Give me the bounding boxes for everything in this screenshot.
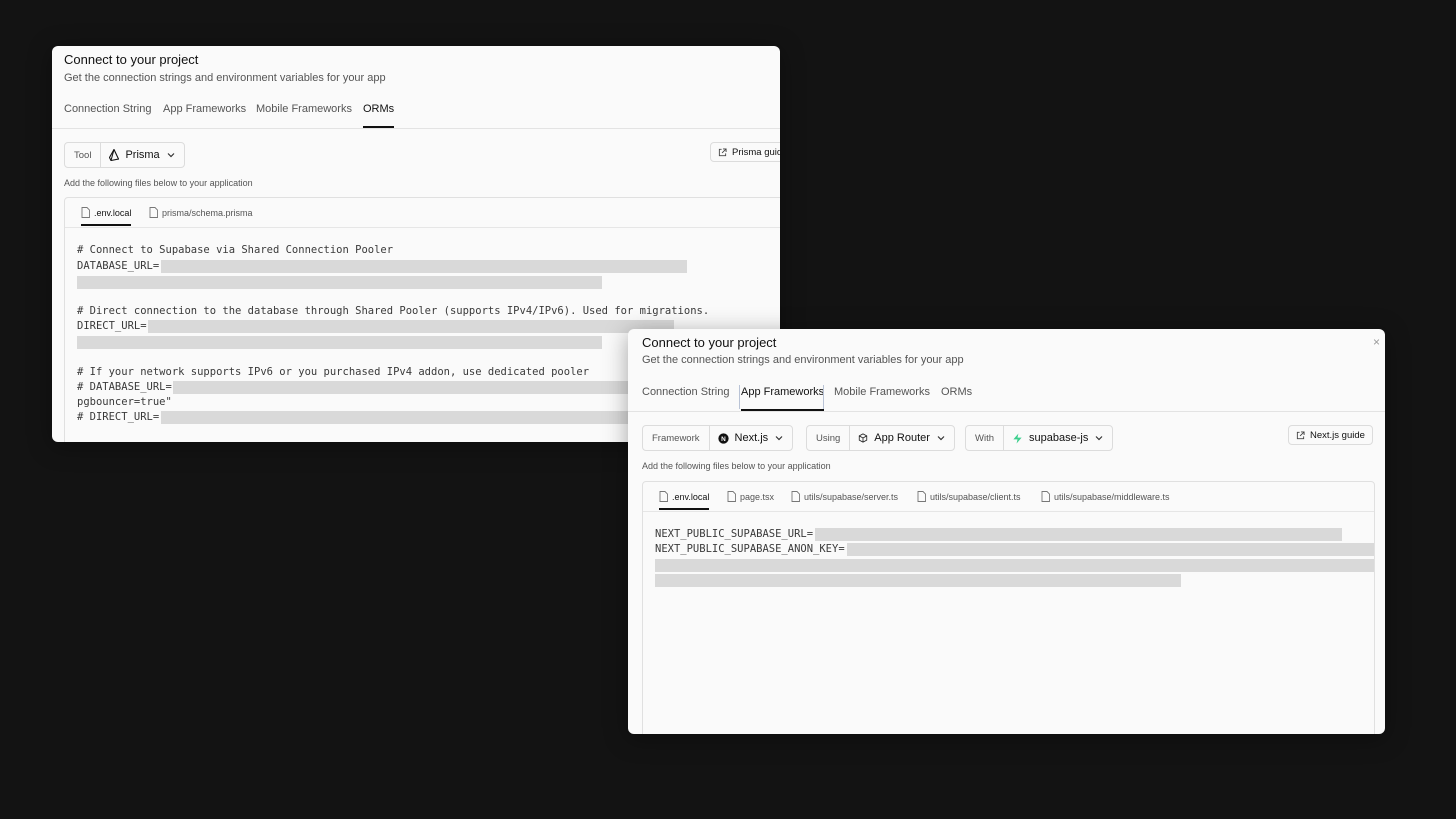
file-icon	[81, 207, 90, 218]
router-selector: Using App Router	[806, 425, 955, 451]
using-label: Using	[807, 426, 851, 450]
file-icon	[727, 491, 736, 502]
framework-dropdown[interactable]: N Next.js	[710, 426, 793, 450]
file-tab-label: .env.local	[94, 207, 132, 218]
redacted-value	[655, 574, 1181, 587]
redacted-value	[847, 543, 1374, 556]
tab-orms[interactable]: ORMs	[941, 385, 972, 409]
instructions-text: Add the following files below to your ap…	[64, 178, 253, 188]
code-line: DATABASE_URL=	[77, 260, 160, 272]
dialog-title: Connect to your project	[642, 335, 777, 350]
tab-app-frameworks[interactable]: App Frameworks	[741, 385, 825, 411]
file-tab-env-local[interactable]: .env.local	[81, 207, 132, 226]
file-tabs: .env.local page.tsx utils/supabase/serve…	[643, 482, 1374, 512]
framework-value: Next.js	[734, 432, 769, 444]
redacted-value	[77, 336, 602, 349]
file-tab-label: page.tsx	[740, 491, 775, 502]
tab-orms[interactable]: ORMs	[363, 102, 395, 128]
nextjs-icon: N	[717, 432, 729, 444]
file-tab-label: prisma/schema.prisma	[162, 207, 253, 218]
tab-focus-marker	[739, 385, 740, 409]
instructions-text: Add the following files below to your ap…	[642, 461, 831, 471]
nextjs-guide-label: Next.js guide	[1310, 429, 1365, 441]
external-link-icon	[718, 147, 727, 156]
prisma-icon	[109, 149, 120, 161]
file-tab-page-tsx[interactable]: page.tsx	[727, 491, 774, 508]
tab-connection-string[interactable]: Connection String	[64, 102, 151, 126]
redacted-value	[655, 559, 1374, 572]
file-icon	[1041, 491, 1050, 502]
file-tab-client-ts[interactable]: utils/supabase/client.ts	[917, 491, 1021, 508]
dialog-subtitle: Get the connection strings and environme…	[64, 72, 386, 84]
prisma-guide-button[interactable]: Prisma guide	[710, 142, 780, 162]
redacted-value	[161, 260, 687, 273]
file-tab-prisma-schema[interactable]: prisma/schema.prisma	[149, 207, 253, 224]
file-tab-env-local[interactable]: .env.local	[659, 491, 710, 510]
connection-tabs: Connection String App Frameworks Mobile …	[52, 102, 780, 129]
tab-mobile-frameworks[interactable]: Mobile Frameworks	[256, 102, 352, 126]
tab-focus-marker	[823, 385, 824, 409]
code-line: NEXT_PUBLIC_SUPABASE_URL=	[655, 528, 814, 540]
redacted-value	[77, 276, 602, 289]
code-line: pgbouncer=true"	[77, 396, 172, 408]
code-box: .env.local page.tsx utils/supabase/serve…	[642, 481, 1375, 734]
code-comment: # Connect to Supabase via Shared Connect…	[77, 244, 394, 256]
supabase-bolt-icon	[1013, 432, 1022, 444]
code-comment: # If your network supports IPv6 or you p…	[77, 366, 590, 378]
tab-connection-string[interactable]: Connection String	[642, 385, 729, 409]
library-value: supabase-js	[1029, 432, 1089, 444]
code-line: NEXT_PUBLIC_SUPABASE_ANON_KEY=	[655, 543, 845, 555]
router-value: App Router	[874, 432, 930, 444]
redacted-value	[161, 411, 693, 424]
close-icon[interactable]: ×	[1373, 336, 1380, 348]
code-line: DIRECT_URL=	[77, 320, 147, 332]
library-selector: With supabase-js	[965, 425, 1114, 451]
file-tab-label: utils/supabase/client.ts	[930, 491, 1021, 502]
framework-label: Framework	[643, 426, 710, 450]
cube-icon	[859, 433, 868, 443]
file-tab-middleware-ts[interactable]: utils/supabase/middleware.ts	[1041, 491, 1170, 508]
tool-value: Prisma	[125, 149, 160, 161]
file-tab-label: utils/supabase/middleware.ts	[1054, 491, 1170, 502]
tab-mobile-frameworks[interactable]: Mobile Frameworks	[834, 385, 930, 409]
chevron-down-icon	[937, 436, 945, 441]
svg-text:N: N	[721, 435, 726, 442]
tool-label: Tool	[65, 143, 102, 167]
framework-selector: Framework N Next.js	[642, 425, 794, 451]
file-icon	[659, 491, 668, 502]
app-frameworks-connect-dialog: Connect to your project Get the connecti…	[628, 329, 1385, 734]
redacted-value	[815, 528, 1342, 541]
dialog-subtitle: Get the connection strings and environme…	[642, 354, 964, 366]
with-label: With	[966, 426, 1004, 450]
code-comment: # Direct connection to the database thro…	[77, 305, 710, 317]
file-icon	[917, 491, 926, 502]
code-line: # DATABASE_URL=	[77, 381, 172, 393]
tab-app-frameworks[interactable]: App Frameworks	[163, 102, 246, 126]
file-tab-server-ts[interactable]: utils/supabase/server.ts	[791, 491, 898, 508]
tool-selector: Tool Prisma	[64, 142, 185, 168]
file-tab-label: utils/supabase/server.ts	[804, 491, 899, 502]
router-dropdown[interactable]: App Router	[850, 426, 954, 450]
file-icon	[791, 491, 800, 502]
chevron-down-icon	[1095, 436, 1103, 441]
redacted-value	[148, 320, 674, 333]
redacted-value	[173, 381, 693, 394]
code-line: # DIRECT_URL=	[77, 411, 160, 423]
connection-tabs: Connection String App Frameworks Mobile …	[628, 385, 1385, 412]
prisma-guide-label: Prisma guide	[732, 146, 780, 158]
dialog-title: Connect to your project	[64, 52, 199, 67]
nextjs-guide-button[interactable]: Next.js guide	[1288, 425, 1373, 445]
chevron-down-icon	[775, 436, 783, 441]
file-tab-label: .env.local	[672, 491, 710, 502]
tool-dropdown[interactable]: Prisma	[101, 143, 183, 167]
library-dropdown[interactable]: supabase-js	[1004, 426, 1112, 450]
file-tabs: .env.local prisma/schema.prisma	[65, 198, 780, 228]
file-icon	[149, 207, 158, 218]
external-link-icon	[1296, 430, 1305, 439]
chevron-down-icon	[167, 153, 175, 158]
